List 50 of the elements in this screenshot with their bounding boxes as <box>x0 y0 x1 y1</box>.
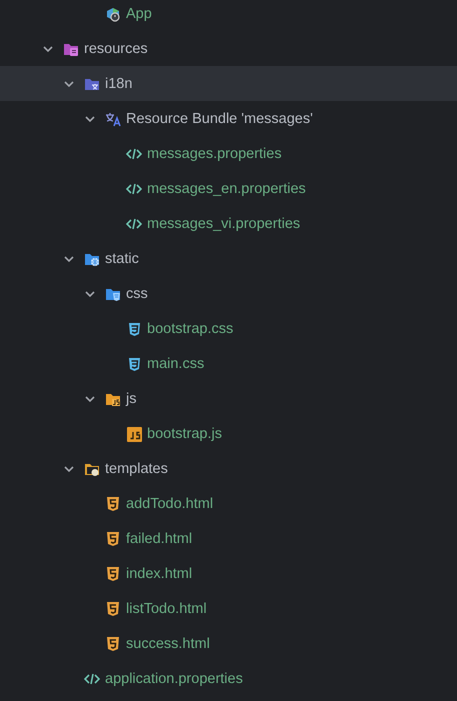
tree-item-label: failed.html <box>126 530 192 546</box>
tree-item-label: js <box>126 390 136 406</box>
tree-item-label: resources <box>84 40 148 56</box>
tree-row[interactable]: i18n <box>0 66 457 101</box>
tree-row[interactable]: resources <box>0 31 457 66</box>
tree-item-label: templates <box>105 460 168 476</box>
tree-row[interactable]: failed.html <box>0 521 457 556</box>
css-icon <box>126 356 142 372</box>
tree-row[interactable]: bootstrap.css <box>0 311 457 346</box>
tree-item-label: main.css <box>147 356 204 372</box>
tree-row[interactable]: App <box>0 0 457 31</box>
html-icon <box>105 530 121 546</box>
tree-row[interactable]: listTodo.html <box>0 591 457 626</box>
tree-item-label: bootstrap.css <box>147 320 234 336</box>
tree-row[interactable]: main.css <box>0 346 457 381</box>
tree-item-label: bootstrap.js <box>147 426 222 442</box>
translate-icon <box>105 110 121 126</box>
tree-row[interactable]: Resource Bundle 'messages' <box>0 101 457 136</box>
tree-row[interactable]: js <box>0 381 457 416</box>
tree-item-label: messages_vi.properties <box>147 216 300 232</box>
tree-row[interactable]: index.html <box>0 556 457 591</box>
tree-row[interactable]: css <box>0 276 457 311</box>
tree-row[interactable]: static <box>0 241 457 276</box>
tree-row[interactable]: messages_en.properties <box>0 171 457 206</box>
tree-item-label: App <box>126 6 152 22</box>
js-icon <box>126 426 142 442</box>
tree-item-label: success.html <box>126 636 210 652</box>
tree-item-label: Resource Bundle 'messages' <box>126 110 313 126</box>
tree-item-label: messages.properties <box>147 146 282 162</box>
tree-row[interactable]: addTodo.html <box>0 486 457 521</box>
tree-row[interactable]: application.properties <box>0 661 457 696</box>
tree-item-label: application.properties <box>105 670 243 686</box>
tree-row[interactable]: messages_vi.properties <box>0 206 457 241</box>
html-icon <box>105 496 121 512</box>
tree-item-label: addTodo.html <box>126 496 214 512</box>
tree-item-label: css <box>126 286 148 302</box>
tree-row[interactable]: templates <box>0 451 457 486</box>
css-icon <box>126 320 142 336</box>
tree-item-label: listTodo.html <box>126 600 207 616</box>
tree-item-label: static <box>105 250 139 266</box>
tree-row[interactable]: messages.properties <box>0 136 457 171</box>
html-icon <box>105 566 121 582</box>
tree-row[interactable]: success.html <box>0 626 457 661</box>
html-icon <box>105 636 121 652</box>
tree-item-label: index.html <box>126 566 192 582</box>
class-icon <box>105 6 121 22</box>
tree-item-label: messages_en.properties <box>147 180 306 196</box>
tree-item-label: i18n <box>105 76 132 92</box>
tree-row[interactable]: bootstrap.js <box>0 416 457 451</box>
html-icon <box>105 600 121 616</box>
